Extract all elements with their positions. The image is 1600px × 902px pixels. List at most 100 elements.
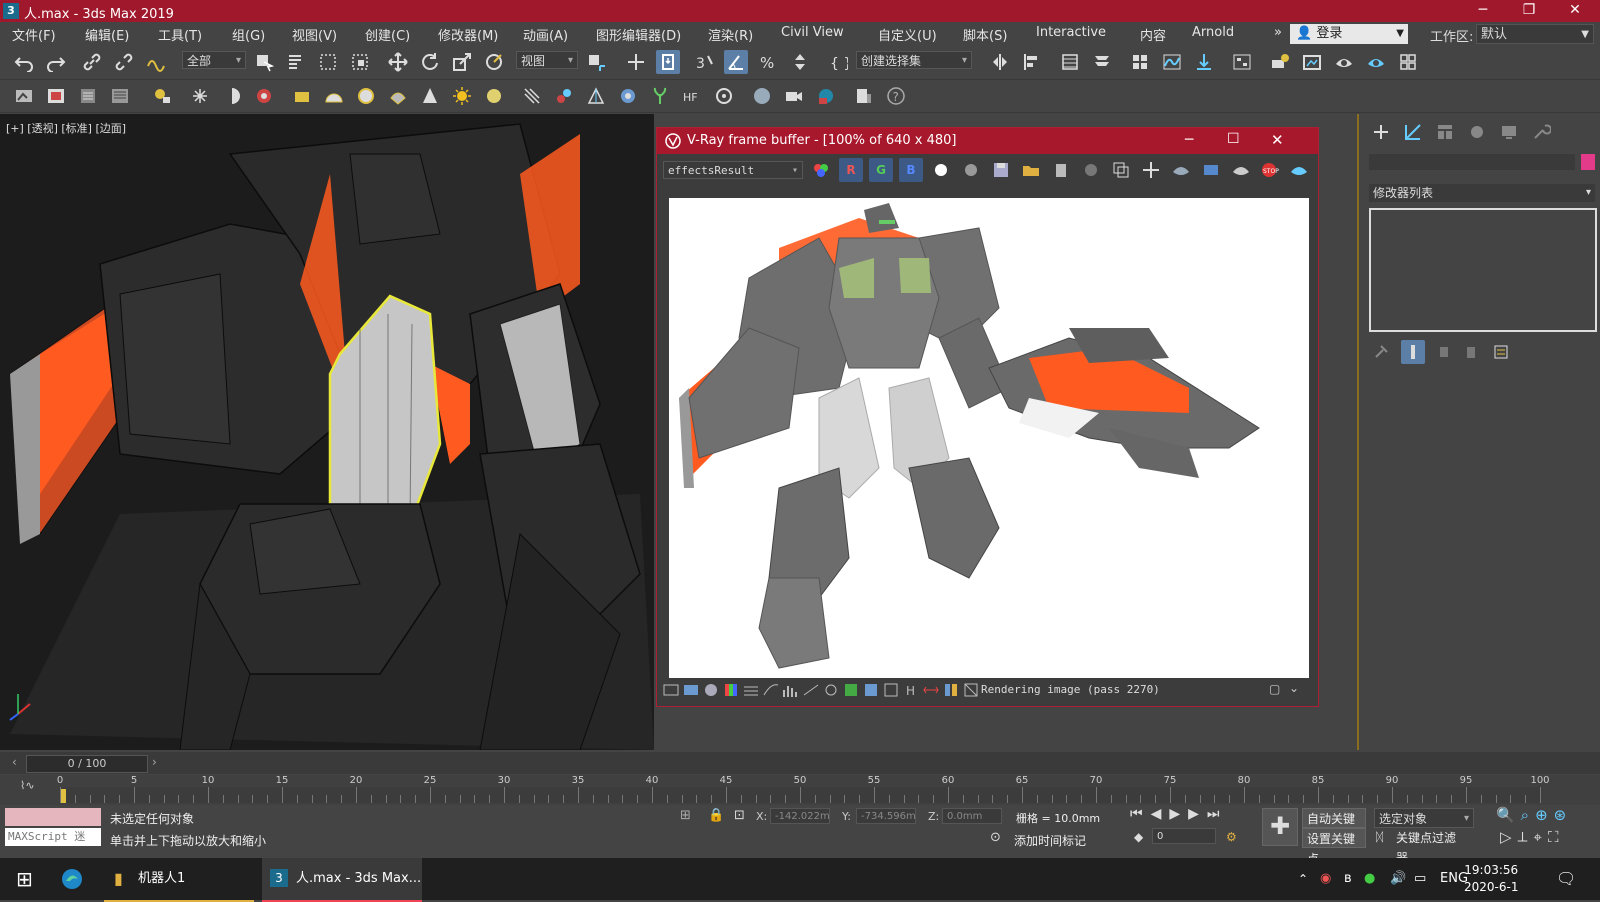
menu-views[interactable]: 视图(V) — [292, 25, 337, 44]
vray-render-icon[interactable] — [12, 84, 36, 108]
next-frame-icon[interactable]: › — [152, 755, 157, 769]
taskbar-app-3dsmax[interactable]: 3 人.max - 3ds Max... — [262, 858, 422, 902]
create-panel-icon[interactable] — [1369, 120, 1393, 144]
menu-tools[interactable]: 工具(T) — [158, 25, 202, 44]
time-tag-icon[interactable]: ⊙ — [990, 830, 1001, 845]
vray-material-icon[interactable] — [552, 84, 576, 108]
notification-icon[interactable]: 🗨 — [1556, 858, 1576, 900]
minimize-button[interactable]: ─ — [1460, 0, 1506, 22]
keyboard-shortcut-override-icon[interactable] — [656, 50, 680, 74]
percent-snap-icon[interactable]: % — [756, 50, 780, 74]
named-selection-dropdown[interactable]: 创建选择集 — [856, 51, 972, 70]
pivot-center-icon[interactable] — [584, 50, 608, 74]
rotate-icon[interactable] — [418, 50, 442, 74]
rect-selection-icon[interactable] — [316, 50, 340, 74]
scale-icon[interactable] — [450, 50, 474, 74]
network-icon[interactable]: ▭ — [1414, 858, 1426, 900]
track-bar-ruler[interactable]: 0 5 10 15 20 25 30 35 40 45 50 55 60 65 70 75 80 85 90 95 10… — [57, 775, 1550, 803]
pin-stack-icon[interactable] — [1369, 340, 1393, 364]
modify-panel-icon[interactable] — [1401, 120, 1425, 144]
configure-modifier-sets-icon[interactable] — [1489, 340, 1513, 364]
vray-frame-buffer-icon[interactable] — [44, 84, 68, 108]
display-panel-icon[interactable] — [1497, 120, 1521, 144]
copy-to-max-vfb-icon[interactable] — [1079, 158, 1103, 182]
show-end-result-icon[interactable] — [1401, 340, 1425, 364]
render-in-cloud-icon[interactable] — [1396, 50, 1420, 74]
link-to-3dsmax-icon[interactable] — [1199, 158, 1223, 182]
menu-modifiers[interactable]: 修改器(M) — [438, 25, 498, 44]
absolute-mode-icon[interactable]: ⊡ — [734, 808, 745, 823]
toggle-ribbon-icon[interactable] — [1090, 50, 1114, 74]
set-key-button[interactable]: 设置关键点 — [1302, 828, 1366, 866]
region-render-icon[interactable] — [1169, 158, 1193, 182]
maxscript-mini-listener[interactable] — [5, 808, 101, 826]
vray-hair-icon[interactable]: HF — [680, 84, 704, 108]
restore-button[interactable]: ❐ — [1506, 0, 1552, 22]
menu-content[interactable]: 内容 — [1140, 25, 1166, 44]
vfb-fit-icon[interactable]: ▢ — [1269, 682, 1280, 696]
edge-browser-icon[interactable] — [60, 867, 84, 891]
menu-overflow-icon[interactable]: » — [1274, 25, 1282, 40]
vray-sphere-fade-icon[interactable] — [750, 84, 774, 108]
mono-icon[interactable] — [959, 158, 983, 182]
green-channel-button[interactable]: G — [869, 158, 893, 182]
menu-graph-editors[interactable]: 图形编辑器(D) — [596, 25, 681, 44]
menu-rendering[interactable]: 渲染(R) — [708, 25, 753, 44]
load-image-icon[interactable] — [1019, 158, 1043, 182]
taskbar-app-robot[interactable]: ▮ 机器人1 — [104, 858, 254, 902]
vray-ambient-light-icon[interactable] — [252, 84, 276, 108]
snap-3d-icon[interactable]: 3 — [692, 50, 716, 74]
modifier-stack[interactable] — [1369, 208, 1597, 332]
selection-lock-icon[interactable]: 🔒 — [708, 808, 724, 823]
vray-sphere-icon[interactable] — [354, 84, 378, 108]
select-object-icon[interactable] — [252, 50, 276, 74]
vray-plant-icon[interactable] — [648, 84, 672, 108]
vray-sky-icon[interactable] — [482, 84, 506, 108]
y-coordinate-field[interactable]: -734.596m — [856, 808, 916, 824]
bind-space-warp-icon[interactable] — [144, 50, 168, 74]
key-mode-dropdown[interactable]: 选定对象 — [1374, 808, 1474, 829]
schematic-view-icon[interactable] — [1230, 50, 1254, 74]
vray-mesh-export-icon[interactable] — [108, 84, 132, 108]
stop-render-icon[interactable]: STOP — [1257, 158, 1281, 182]
menu-animation[interactable]: 动画(A) — [523, 25, 568, 44]
mirror-icon[interactable] — [988, 50, 1012, 74]
dope-sheet-icon[interactable] — [1192, 50, 1216, 74]
show-hidden-icons-icon[interactable]: ⌃ — [1298, 858, 1308, 900]
edit-named-selection-icon[interactable]: { } — [826, 50, 850, 74]
workspace-select[interactable]: 默认 ▼ — [1476, 24, 1594, 44]
bluetooth-icon[interactable]: ʙ — [1344, 858, 1352, 900]
vray-frame-buffer-window[interactable]: V-Ray frame buffer - [100% of 640 x 480]… — [656, 127, 1319, 707]
3dsmax-app-icon[interactable]: 3 — [3, 3, 19, 19]
vray-light-lister-icon[interactable] — [150, 84, 174, 108]
current-time-marker[interactable] — [61, 789, 66, 803]
vray-camera-icon[interactable] — [782, 84, 806, 108]
select-by-name-icon[interactable] — [284, 50, 308, 74]
make-unique-icon[interactable] — [1433, 340, 1457, 364]
render-canvas[interactable] — [669, 198, 1309, 678]
x-coordinate-field[interactable]: -142.022m — [770, 808, 830, 824]
curve-editor-icon[interactable] — [1160, 50, 1184, 74]
render-icon[interactable] — [1287, 158, 1311, 182]
help-icon[interactable]: ? — [884, 84, 908, 108]
place-icon[interactable] — [482, 50, 506, 74]
unlink-icon[interactable] — [112, 50, 136, 74]
add-time-tag[interactable]: 添加时间标记 — [1014, 832, 1086, 849]
viewport-nav-zoom-icons[interactable]: 🔍⌕⊕⊛ — [1496, 806, 1572, 824]
time-config-icon[interactable]: ⚙ — [1226, 830, 1237, 844]
remove-modifier-icon[interactable] — [1459, 340, 1483, 364]
utilities-panel-icon[interactable] — [1529, 120, 1553, 144]
rendered-frame-window-icon[interactable] — [1300, 50, 1324, 74]
redo-icon[interactable] — [44, 50, 68, 74]
close-button[interactable]: ✕ — [1552, 0, 1598, 22]
track-mouse-icon[interactable] — [1139, 158, 1163, 182]
clear-image-icon[interactable] — [1049, 158, 1073, 182]
viewport-label[interactable]: [+] [透视] [标准] [边面] — [6, 120, 126, 136]
spinner-snap-icon[interactable] — [788, 50, 812, 74]
vfb-use-pixel-aspect-icon[interactable] — [959, 678, 983, 702]
vray-spot-icon[interactable] — [418, 84, 442, 108]
scene-explorer-icon[interactable] — [1128, 50, 1152, 74]
object-color-swatch[interactable] — [1581, 154, 1595, 170]
windows-start-icon[interactable]: ⊞ — [16, 858, 33, 900]
key-mode-toggle-icon[interactable]: ◆ — [1134, 830, 1143, 844]
